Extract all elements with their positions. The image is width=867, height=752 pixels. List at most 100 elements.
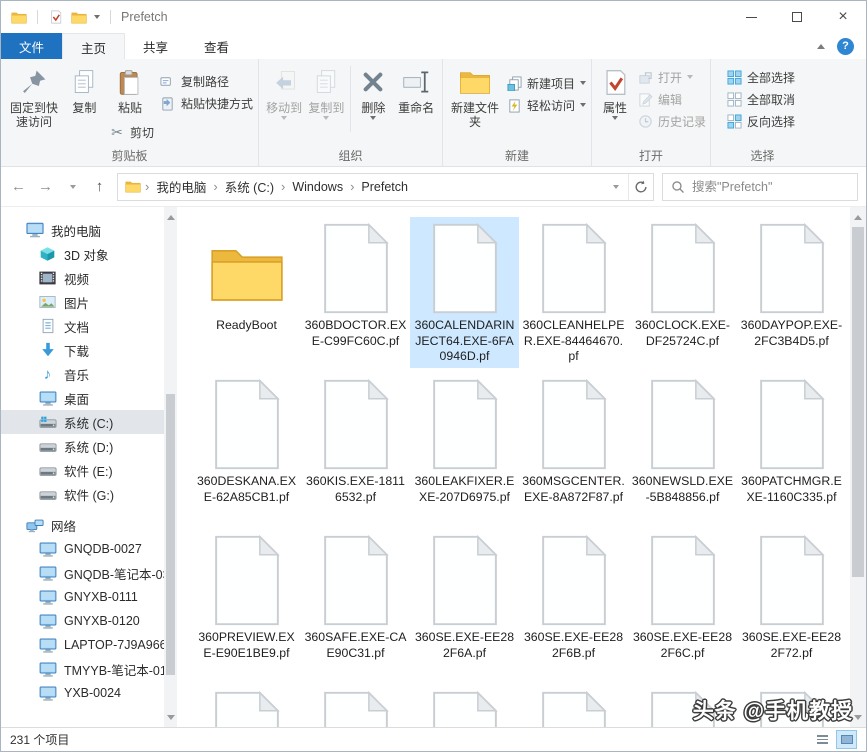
scrollbar-thumb[interactable]: [852, 227, 864, 577]
file-tile[interactable]: 360SE.EXE-EE282F6A.pf: [410, 529, 519, 664]
sidebar-item-drive-d[interactable]: 系统 (D:): [1, 434, 177, 458]
sidebar-scrollbar[interactable]: [164, 207, 177, 727]
search-box[interactable]: [662, 173, 858, 201]
file-tile[interactable]: 360CLEANHELPER.EXE-84464670.pf: [519, 217, 628, 368]
new-folder-button[interactable]: 新建文件夹: [447, 64, 503, 131]
history-button[interactable]: 历史记录: [634, 110, 709, 132]
file-tile[interactable]: 360SE.EXE-EE282F6B.pf: [519, 529, 628, 664]
open-button[interactable]: 打开: [634, 66, 709, 88]
file-tile[interactable]: 360MSGCENTER.EXE-8A872F87.pf: [519, 373, 628, 508]
file-tile[interactable]: 360BDOCTOR.EXE-C99FC60C.pf: [301, 217, 410, 352]
file-tile[interactable]: 360NEWSLD.EXE-5B848856.pf: [628, 373, 737, 508]
cut-button[interactable]: ✂ 剪切: [106, 121, 157, 143]
copy-to-button[interactable]: 复制到: [305, 64, 347, 122]
file-tile[interactable]: 360PREVIEW.EXE-E90E1BE9.pf: [192, 529, 301, 664]
scroll-down-icon[interactable]: [164, 709, 177, 725]
move-to-button[interactable]: 移动到: [263, 64, 305, 122]
search-input[interactable]: [692, 180, 849, 194]
sidebar-item-3d-objects[interactable]: 3D 对象: [1, 242, 177, 266]
properties-button[interactable]: 属性: [596, 64, 634, 122]
sidebar-item-network[interactable]: 网络: [1, 513, 177, 537]
file-icon: [427, 375, 503, 471]
sidebar-item-drive-g[interactable]: 软件 (G:): [1, 482, 177, 506]
file-tile[interactable]: 360KIS.EXE-18116532.pf: [301, 373, 410, 508]
pin-to-quick-access-button[interactable]: 固定到快速访问: [5, 64, 63, 131]
scroll-up-icon[interactable]: [850, 209, 866, 225]
back-button[interactable]: ←: [5, 173, 32, 200]
folder-tile[interactable]: ReadyBoot: [192, 217, 301, 337]
breadcrumb-item[interactable]: 我的电脑: [149, 177, 213, 196]
file-tile-partial[interactable]: [410, 685, 519, 727]
file-tile[interactable]: 360PATCHMGR.EXE-1160C335.pf: [737, 373, 846, 508]
file-tile-selected[interactable]: 360CALENDARINJECT64.EXE-6FA0946D.pf: [410, 217, 519, 368]
breadcrumb-item[interactable]: Prefetch: [354, 180, 415, 194]
file-tile-partial[interactable]: [301, 685, 410, 727]
sidebar-item-my-computer[interactable]: 我的电脑: [1, 218, 177, 242]
sidebar-item-network-pc[interactable]: GNQDB-0027: [1, 537, 177, 561]
sidebar-item-network-pc[interactable]: GNYXB-0120: [1, 609, 177, 633]
up-button[interactable]: ↑: [86, 173, 113, 200]
collapse-ribbon-icon[interactable]: [817, 44, 825, 49]
sidebar-item-documents[interactable]: 文档: [1, 314, 177, 338]
select-none-button[interactable]: 全部取消: [723, 88, 798, 110]
tab-file[interactable]: 文件: [1, 33, 62, 59]
maximize-button[interactable]: [774, 1, 820, 33]
breadcrumb[interactable]: › 我的电脑 › 系统 (C:) › Windows › Prefetch: [117, 173, 654, 201]
sidebar-item-desktop[interactable]: 桌面: [1, 386, 177, 410]
file-area-scrollbar[interactable]: [850, 207, 866, 727]
properties-quick-icon[interactable]: [48, 9, 64, 25]
new-item-button[interactable]: 新建项目: [503, 72, 589, 94]
sidebar-item-network-pc[interactable]: GNYXB-0111: [1, 585, 177, 609]
refresh-button[interactable]: [628, 174, 653, 200]
recent-locations-button[interactable]: [59, 173, 86, 200]
sidebar-item-network-pc[interactable]: GNQDB-笔记本-03: [1, 561, 177, 585]
file-tile[interactable]: 360SAFE.EXE-CAE90C31.pf: [301, 529, 410, 664]
sidebar-item-downloads[interactable]: 下载: [1, 338, 177, 362]
sidebar-item-network-pc[interactable]: LAPTOP-7J9A9669: [1, 633, 177, 657]
thumbnails-view-button[interactable]: [836, 730, 857, 749]
details-view-button[interactable]: [812, 730, 833, 749]
sidebar-item-drive-e[interactable]: 软件 (E:): [1, 458, 177, 482]
breadcrumb-item[interactable]: 系统 (C:): [218, 177, 281, 196]
easy-access-button[interactable]: 轻松访问: [503, 94, 589, 116]
scroll-up-icon[interactable]: [164, 209, 177, 225]
breadcrumb-item[interactable]: Windows: [285, 180, 350, 194]
edit-button[interactable]: 编辑: [634, 88, 709, 110]
sidebar-item-drive-c[interactable]: 系统 (C:): [1, 410, 177, 434]
file-tile-partial[interactable]: [519, 685, 628, 727]
file-tile[interactable]: 360LEAKFIXER.EXE-207D6975.pf: [410, 373, 519, 508]
select-all-button[interactable]: 全部选择: [723, 66, 798, 88]
delete-button[interactable]: 删除: [354, 64, 392, 122]
address-dropdown-button[interactable]: [603, 174, 628, 200]
sidebar-item-pictures[interactable]: 图片: [1, 290, 177, 314]
sidebar-item-videos[interactable]: 视频: [1, 266, 177, 290]
sidebar-item-network-pc[interactable]: YXB-0024: [1, 681, 177, 705]
help-icon[interactable]: ?: [837, 38, 854, 55]
tab-home[interactable]: 主页: [62, 33, 125, 59]
paste-button[interactable]: 粘贴: [106, 64, 154, 117]
new-folder-quick-icon[interactable]: [71, 9, 87, 25]
rename-button[interactable]: 重命名: [392, 64, 440, 117]
file-tile[interactable]: 360CLOCK.EXE-DF25724C.pf: [628, 217, 737, 352]
tab-share[interactable]: 共享: [125, 33, 186, 59]
customize-toolbar-arrow-icon[interactable]: [94, 15, 100, 19]
file-tile[interactable]: 360SE.EXE-EE282F72.pf: [737, 529, 846, 664]
sidebar-item-network-pc[interactable]: TMYYB-笔记本-01: [1, 657, 177, 681]
scrollbar-thumb[interactable]: [166, 394, 175, 675]
file-tile[interactable]: 360DAYPOP.EXE-2FC3B4D5.pf: [737, 217, 846, 352]
copy-path-button[interactable]: 复制路径: [157, 70, 256, 92]
tab-view[interactable]: 查看: [186, 33, 247, 59]
copy-button[interactable]: 复制: [63, 64, 106, 117]
videos-icon: [38, 270, 57, 287]
minimize-button[interactable]: [728, 1, 774, 33]
file-tile[interactable]: 360DESKANA.EXE-62A85CB1.pf: [192, 373, 301, 508]
sidebar-item-music[interactable]: ♪ 音乐: [1, 362, 177, 386]
file-icon: [318, 219, 394, 315]
file-tile[interactable]: 360SE.EXE-EE282F6C.pf: [628, 529, 737, 664]
paste-shortcut-button[interactable]: 粘贴快捷方式: [157, 92, 256, 114]
file-tile-partial[interactable]: [192, 685, 301, 727]
network-pc-icon: [38, 589, 57, 606]
forward-button[interactable]: →: [32, 173, 59, 200]
close-button[interactable]: ×: [820, 1, 866, 33]
invert-selection-button[interactable]: 反向选择: [723, 110, 798, 132]
